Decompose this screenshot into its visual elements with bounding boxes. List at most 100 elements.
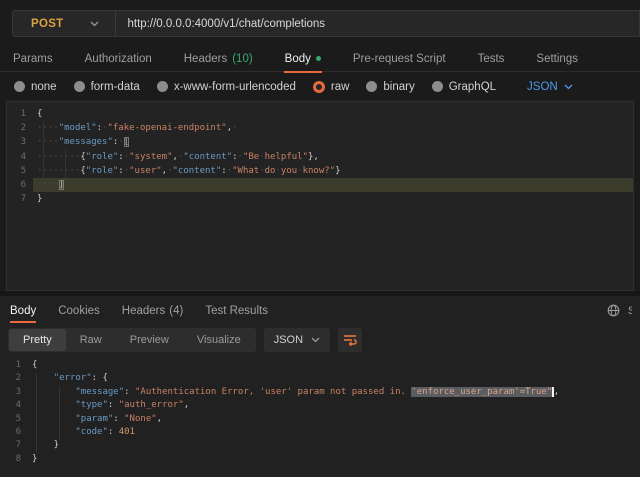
radio-icon	[366, 81, 377, 92]
code-token: "fake-openai-endpoint"	[107, 123, 226, 133]
line-number: 6	[7, 178, 33, 192]
code-token: ········	[37, 166, 80, 176]
radio-graphql[interactable]: GraphQL	[432, 81, 496, 93]
clipped-status-text: S	[628, 305, 632, 317]
code-token: helpful"	[265, 152, 308, 162]
radio-binary[interactable]: binary	[366, 81, 414, 93]
code-token: }	[32, 440, 59, 450]
code-token: "role"	[86, 152, 119, 162]
code-token	[32, 400, 75, 410]
line-number: 2	[7, 121, 33, 135]
code-line: 8}	[0, 453, 640, 466]
code-token: "content"	[183, 152, 232, 162]
url-input[interactable]: http://0.0.0.0:4000/v1/chat/completions	[116, 18, 326, 30]
code-token: :	[108, 427, 119, 437]
code-token	[32, 373, 54, 383]
code-token: }	[335, 166, 340, 176]
view-visualize[interactable]: Visualize	[183, 329, 255, 351]
view-pretty[interactable]: Pretty	[9, 329, 66, 351]
code-token: "messages"	[59, 137, 113, 147]
code-token: ····	[37, 123, 59, 133]
tab-tests[interactable]: Tests	[477, 46, 506, 72]
code-token	[32, 387, 75, 397]
radio-form-data[interactable]: form-data	[74, 81, 140, 93]
code-line: 6 "code": 401	[0, 426, 640, 439]
code-token: ·	[232, 123, 237, 133]
code-token: do	[265, 166, 276, 176]
code-token: ,	[554, 387, 559, 397]
format-wrap-button[interactable]	[338, 328, 362, 352]
code-token: :	[113, 414, 124, 424]
radio-icon	[14, 81, 25, 92]
response-tab-body[interactable]: Body	[10, 296, 36, 325]
code-token: {	[37, 109, 42, 119]
code-token: "system"	[129, 152, 172, 162]
radio-icon	[74, 81, 85, 92]
radio-icon	[157, 81, 168, 92]
code-token: ····	[37, 180, 59, 190]
tab-authorization[interactable]: Authorization	[84, 46, 153, 72]
line-number: 5	[7, 164, 33, 178]
response-tab-test-results[interactable]: Test Results	[205, 296, 268, 325]
code-token	[32, 427, 75, 437]
code-token: "param"	[75, 414, 113, 424]
url-bar: POST http://0.0.0.0:4000/v1/chat/complet…	[12, 10, 640, 37]
chevron-down-icon[interactable]	[90, 21, 99, 27]
code-token: :	[108, 400, 119, 410]
code-token: :	[124, 387, 135, 397]
code-token: "model"	[59, 123, 97, 133]
code-line: 7}	[7, 192, 633, 206]
code-token: }	[32, 454, 37, 464]
code-token: "type"	[75, 400, 108, 410]
code-token: "content"	[173, 166, 222, 176]
tab-pre-request-script[interactable]: Pre-request Script	[352, 46, 447, 72]
code-token: : {	[92, 373, 108, 383]
headers-count-badge: (10)	[232, 53, 252, 65]
view-raw[interactable]: Raw	[66, 329, 116, 351]
line-number: 7	[7, 192, 33, 206]
line-number: 1	[7, 107, 33, 121]
code-token: }	[37, 194, 42, 204]
response-body-editor[interactable]: 1{2 "error": {3 "message": "Authenticati…	[0, 355, 640, 466]
code-line: 5 "param": "None",	[0, 413, 640, 426]
response-section: Body Cookies Headers (4) Test Results S …	[0, 296, 640, 477]
line-number: 8	[0, 453, 28, 466]
method-selector[interactable]: POST	[13, 18, 64, 30]
radio-none[interactable]: none	[14, 81, 57, 93]
request-url-bar-row: POST http://0.0.0.0:4000/v1/chat/complet…	[0, 0, 640, 46]
line-number: 2	[0, 372, 28, 385]
code-line: 4 "type": "auth_error",	[0, 399, 640, 412]
code-token: ········	[37, 152, 80, 162]
request-body-editor[interactable]: 1{2····"model":·"fake-openai-endpoint",·…	[6, 101, 634, 291]
response-tabs: Body Cookies Headers (4) Test Results S	[0, 296, 640, 325]
code-token: ,	[184, 400, 189, 410]
globe-icon[interactable]	[607, 304, 620, 317]
active-tab-underline	[10, 321, 36, 323]
body-language-select[interactable]: JSON	[527, 81, 573, 93]
chevron-down-icon	[564, 84, 573, 90]
radio-raw[interactable]: raw	[313, 81, 350, 93]
tab-settings[interactable]: Settings	[535, 46, 579, 72]
tab-headers[interactable]: Headers (10)	[183, 46, 254, 72]
view-preview[interactable]: Preview	[116, 329, 183, 351]
line-number: 3	[7, 135, 33, 149]
radio-x-www-form-urlencoded[interactable]: x-www-form-urlencoded	[157, 81, 296, 93]
code-line: 1{	[7, 107, 633, 121]
code-token: 401	[119, 427, 135, 437]
request-tabs: Params Authorization Headers (10) Body P…	[0, 46, 640, 72]
code-token	[32, 414, 75, 424]
line-number: 7	[0, 439, 28, 452]
code-token: "Authentication Error, 'user' param not …	[135, 387, 411, 397]
code-token: "error"	[54, 373, 92, 383]
response-tab-cookies[interactable]: Cookies	[58, 296, 100, 325]
tab-params[interactable]: Params	[12, 46, 54, 72]
code-token: "role"	[86, 166, 119, 176]
code-token: 'enforce_user_param'=True"	[411, 387, 552, 397]
response-language-select[interactable]: JSON	[264, 328, 330, 352]
code-token: ]	[59, 180, 64, 190]
response-tab-headers[interactable]: Headers (4)	[122, 296, 184, 325]
body-modified-dot	[316, 56, 321, 61]
line-number: 3	[0, 386, 28, 399]
line-number: 1	[0, 359, 28, 372]
tab-body[interactable]: Body	[284, 46, 322, 72]
